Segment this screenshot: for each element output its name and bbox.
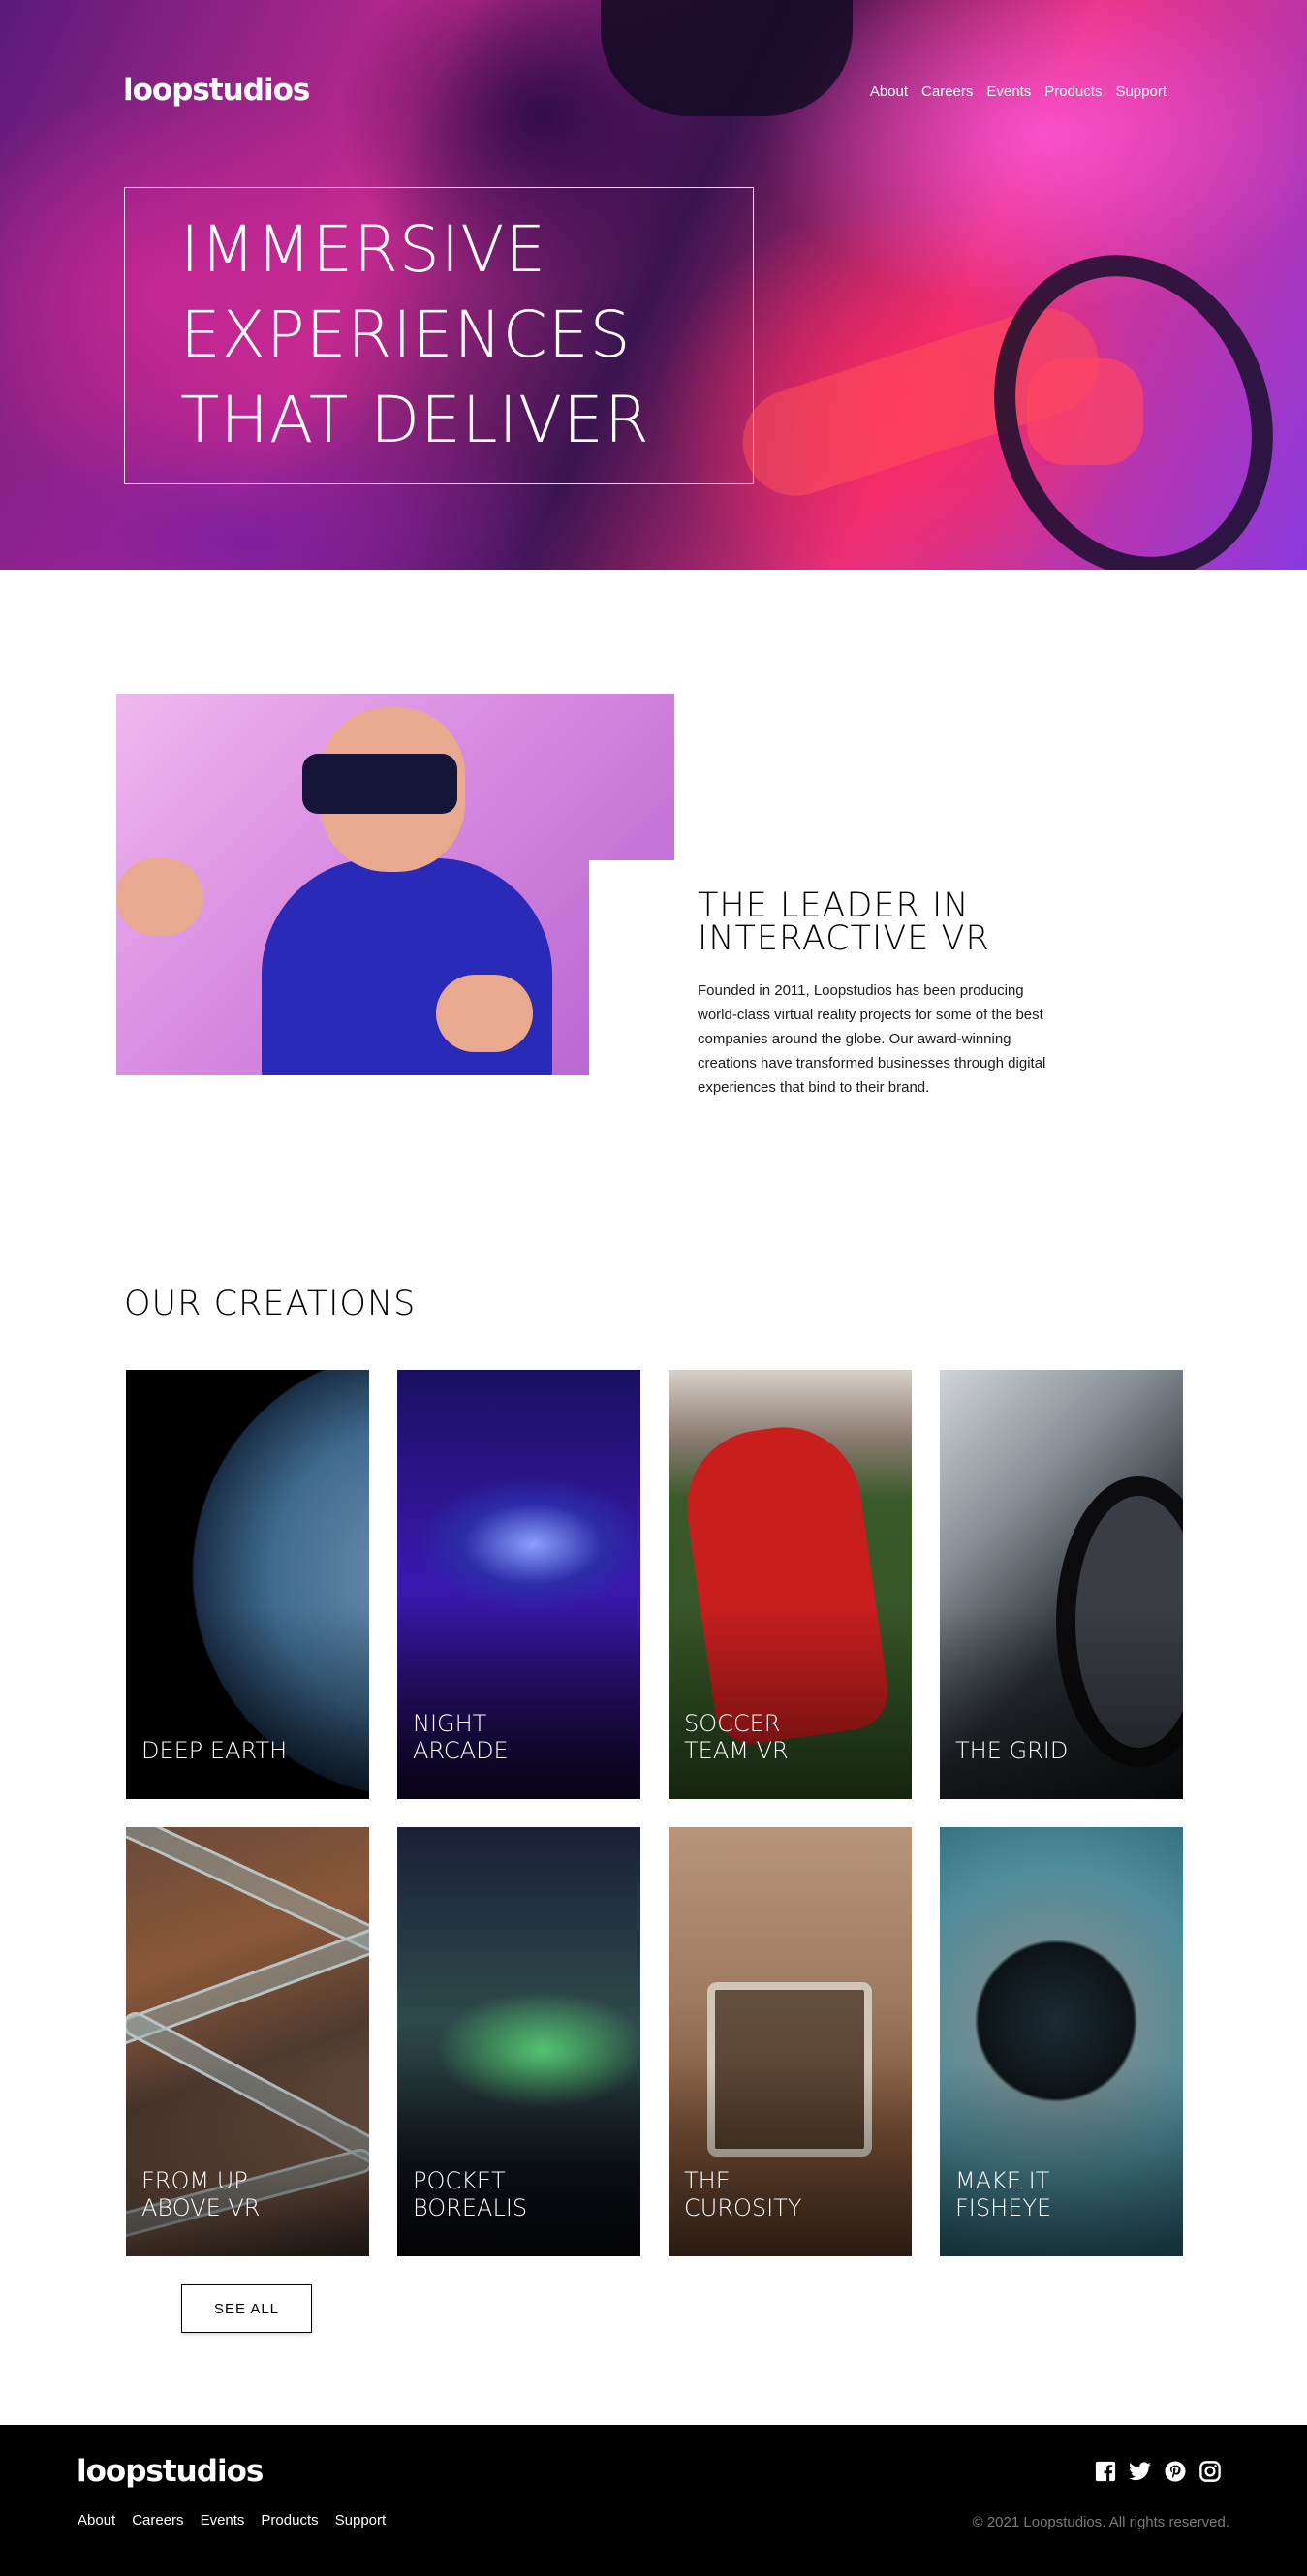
footer-link-about[interactable]: About xyxy=(78,2512,115,2529)
hero-headset-shape xyxy=(601,0,853,116)
footer: loopstudios About Careers Events Product… xyxy=(0,2425,1307,2576)
creation-card-pocket-borealis[interactable]: POCKET BOREALIS xyxy=(397,1827,640,2256)
creation-card-deep-earth[interactable]: DEEP EARTH xyxy=(126,1370,369,1799)
nav-link-products[interactable]: Products xyxy=(1044,83,1102,100)
creation-card-label: NIGHT ARCADE xyxy=(413,1710,509,1764)
nav-link-about[interactable]: About xyxy=(870,83,908,100)
vr-person-hand-shape xyxy=(436,975,533,1052)
see-all-button[interactable]: SEE ALL xyxy=(181,2284,312,2333)
vr-person-hand-shape xyxy=(116,858,203,936)
creation-card-label: THE GRID xyxy=(955,1737,1069,1764)
creation-card-label: FROM UP ABOVE VR xyxy=(141,2167,261,2221)
creation-card-label: SOCCER TEAM VR xyxy=(684,1710,789,1764)
intro-text-block: THE LEADER IN INTERACTIVE VR Founded in … xyxy=(698,889,1056,1100)
creation-card-make-it-fisheye[interactable]: MAKE IT FISHEYE xyxy=(940,1827,1183,2256)
hero-headline: IMMERSIVE EXPERIENCES THAT DELIVER xyxy=(180,207,753,463)
creation-card-from-up-above-vr[interactable]: FROM UP ABOVE VR xyxy=(126,1827,369,2256)
intro-heading-line: THE LEADER IN xyxy=(698,886,970,925)
creation-card-night-arcade[interactable]: NIGHT ARCADE xyxy=(397,1370,640,1799)
intro-heading: THE LEADER IN INTERACTIVE VR xyxy=(698,886,1056,958)
nav-link-events[interactable]: Events xyxy=(986,83,1031,100)
header-logo[interactable]: loopstudios xyxy=(123,73,310,108)
hero-headline-line: THAT DELIVER xyxy=(180,383,650,457)
hero-steering-wheel-shape xyxy=(949,215,1307,570)
creation-card-the-curosity[interactable]: THE CUROSITY xyxy=(669,1827,912,2256)
pinterest-icon[interactable] xyxy=(1164,2460,1186,2482)
vr-person-image xyxy=(116,694,674,1075)
footer-logo[interactable]: loopstudios xyxy=(77,2454,264,2489)
image-cutout xyxy=(589,860,674,1075)
social-links xyxy=(1094,2460,1221,2482)
nav-link-careers[interactable]: Careers xyxy=(921,83,973,100)
copyright-text: © 2021 Loopstudios. All rights reserved. xyxy=(972,2514,1229,2530)
nav-link-support[interactable]: Support xyxy=(1115,83,1167,100)
creation-card-soccer-team-vr[interactable]: SOCCER TEAM VR xyxy=(669,1370,912,1799)
footer-link-support[interactable]: Support xyxy=(335,2512,387,2529)
footer-link-careers[interactable]: Careers xyxy=(132,2512,183,2529)
hero-headline-box: IMMERSIVE EXPERIENCES THAT DELIVER xyxy=(124,187,754,484)
intro-heading-line: INTERACTIVE VR xyxy=(698,919,990,958)
hero-headline-line: EXPERIENCES xyxy=(180,297,632,372)
footer-link-events[interactable]: Events xyxy=(201,2512,245,2529)
header-nav: About Careers Events Products Support xyxy=(870,83,1167,100)
creation-card-label: DEEP EARTH xyxy=(141,1737,288,1764)
hero-headline-line: IMMERSIVE xyxy=(180,212,547,287)
footer-link-products[interactable]: Products xyxy=(261,2512,318,2529)
hero-section: loopstudios About Careers Events Product… xyxy=(0,0,1307,570)
creation-card-label: THE CUROSITY xyxy=(684,2167,802,2221)
creation-card-label: POCKET BOREALIS xyxy=(413,2167,528,2221)
creation-card-the-grid[interactable]: THE GRID xyxy=(940,1370,1183,1799)
intro-body: Founded in 2011, Loopstudios has been pr… xyxy=(698,982,1046,1096)
creations-title: OUR CREATIONS xyxy=(124,1285,417,1323)
facebook-icon[interactable] xyxy=(1094,2460,1116,2482)
footer-nav: About Careers Events Products Support xyxy=(78,2512,386,2529)
creation-card-label: MAKE IT FISHEYE xyxy=(955,2167,1052,2221)
instagram-icon[interactable] xyxy=(1198,2460,1221,2482)
vr-headset-shape xyxy=(302,754,457,814)
twitter-icon[interactable] xyxy=(1129,2460,1151,2482)
